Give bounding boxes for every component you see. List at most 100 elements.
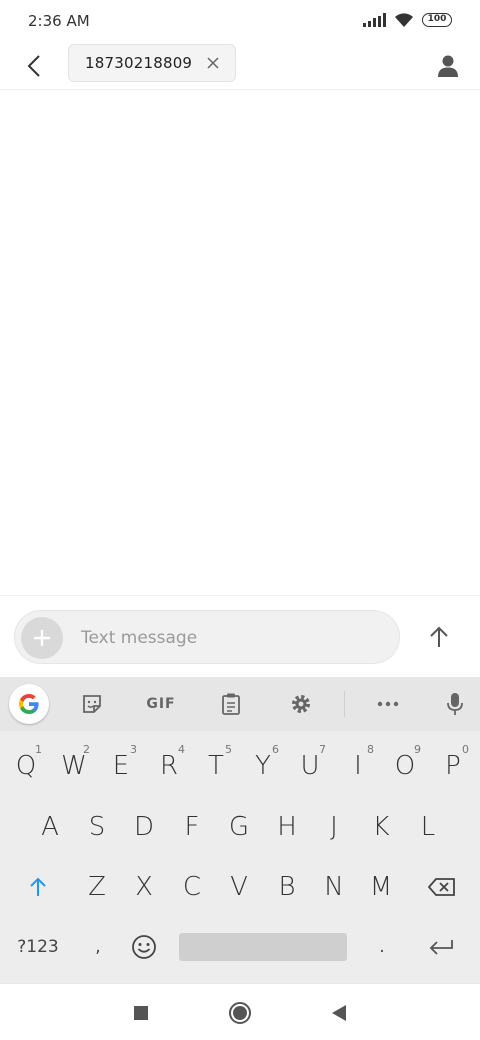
key-z[interactable]: Z (75, 860, 119, 914)
gif-button[interactable]: GIF (143, 686, 179, 722)
status-time: 2:36 AM (28, 12, 90, 30)
key-letter: B (278, 872, 296, 902)
space-key[interactable] (179, 933, 347, 961)
key-b[interactable]: B (265, 860, 309, 914)
key-number-hint: 1 (35, 743, 42, 756)
key-letter: M (369, 872, 393, 902)
sticker-icon (83, 695, 101, 713)
symbols-label: ?123 (17, 937, 59, 957)
key-e[interactable]: 3E (99, 739, 143, 793)
key-c[interactable]: C (170, 860, 214, 914)
wifi-icon (395, 13, 413, 27)
key-number-hint: 7 (319, 743, 326, 756)
key-letter: R (159, 751, 179, 781)
key-number-hint: 2 (83, 743, 90, 756)
emoji-icon (132, 935, 156, 959)
key-h[interactable]: H (265, 800, 309, 854)
key-v[interactable]: V (217, 860, 261, 914)
google-g-icon (19, 694, 39, 714)
key-number-hint: 8 (367, 743, 374, 756)
key-letter: T (208, 751, 224, 781)
key-g[interactable]: G (217, 800, 261, 854)
enter-key[interactable] (419, 920, 463, 974)
triangle-back-icon (332, 1005, 346, 1021)
key-f[interactable]: F (170, 800, 214, 854)
backspace-icon (428, 878, 455, 896)
key-letter: L (420, 812, 436, 842)
key-letter: X (135, 872, 153, 902)
sticker-button[interactable] (74, 686, 110, 722)
key-number-hint: 6 (272, 743, 279, 756)
microphone-icon (447, 693, 463, 715)
key-p[interactable]: 0P (431, 739, 475, 793)
recipient-number: 18730218809 (85, 54, 193, 72)
key-x[interactable]: X (122, 860, 166, 914)
key-t[interactable]: 5T (194, 739, 238, 793)
backspace-key[interactable] (420, 860, 464, 914)
compose-bar: Text message (0, 595, 480, 677)
gear-icon (292, 695, 310, 713)
status-bar: 2:36 AM 100 (0, 0, 480, 42)
gif-label: GIF (146, 696, 176, 712)
square-icon (134, 1006, 148, 1020)
message-input[interactable]: Text message (14, 610, 400, 664)
navigation-bar (0, 983, 480, 1040)
key-q[interactable]: 1Q (4, 739, 48, 793)
key-d[interactable]: D (122, 800, 166, 854)
key-y[interactable]: 6Y (241, 739, 285, 793)
key-letter: S (88, 812, 106, 842)
clipboard-button[interactable] (213, 686, 249, 722)
key-u[interactable]: 7U (288, 739, 332, 793)
battery-icon: 100 (422, 13, 452, 27)
key-letter: U (300, 751, 320, 781)
person-icon (438, 55, 458, 77)
key-m[interactable]: M (359, 860, 403, 914)
add-contact-button[interactable] (430, 48, 466, 84)
comma-key[interactable]: , (76, 920, 120, 974)
key-r[interactable]: 4R (147, 739, 191, 793)
key-o[interactable]: 9O (383, 739, 427, 793)
back-button[interactable] (18, 50, 50, 82)
home-button[interactable] (225, 998, 255, 1028)
key-number-hint: 3 (130, 743, 137, 756)
key-letter: F (184, 812, 200, 842)
enter-icon (429, 940, 453, 955)
key-letter: O (394, 751, 416, 781)
key-w[interactable]: 2W (52, 739, 96, 793)
key-l[interactable]: L (406, 800, 450, 854)
voice-input-button[interactable] (437, 686, 473, 722)
key-letter: I (354, 751, 362, 781)
send-button[interactable] (422, 620, 456, 654)
message-placeholder: Text message (81, 628, 198, 648)
shift-key[interactable] (16, 860, 60, 914)
key-number-hint: 0 (462, 743, 469, 756)
key-i[interactable]: 8I (336, 739, 380, 793)
close-icon (207, 57, 219, 69)
status-icons: 100 (363, 12, 452, 28)
message-list[interactable] (0, 91, 480, 595)
settings-button[interactable] (283, 686, 319, 722)
google-search-button[interactable] (9, 684, 49, 724)
emoji-key[interactable] (122, 920, 166, 974)
toolbar-divider (344, 691, 345, 717)
key-letter: K (372, 812, 390, 842)
period-key[interactable]: . (360, 920, 404, 974)
key-n[interactable]: N (312, 860, 356, 914)
key-letter: C (182, 872, 202, 902)
key-s[interactable]: S (75, 800, 119, 854)
key-letter: Z (88, 872, 106, 902)
attach-button[interactable] (21, 617, 63, 659)
key-k[interactable]: K (359, 800, 403, 854)
recipient-chip[interactable]: 18730218809 (68, 44, 236, 82)
key-number-hint: 4 (178, 743, 185, 756)
recents-button[interactable] (126, 998, 156, 1028)
key-letter: E (112, 751, 130, 781)
key-a[interactable]: A (28, 800, 72, 854)
arrow-up-icon (430, 626, 448, 647)
shift-arrow-icon (30, 877, 46, 896)
remove-recipient-button[interactable] (205, 55, 221, 71)
back-nav-button[interactable] (324, 998, 354, 1028)
more-button[interactable] (370, 686, 406, 722)
symbols-key[interactable]: ?123 (14, 920, 62, 974)
key-j[interactable]: J (312, 800, 356, 854)
